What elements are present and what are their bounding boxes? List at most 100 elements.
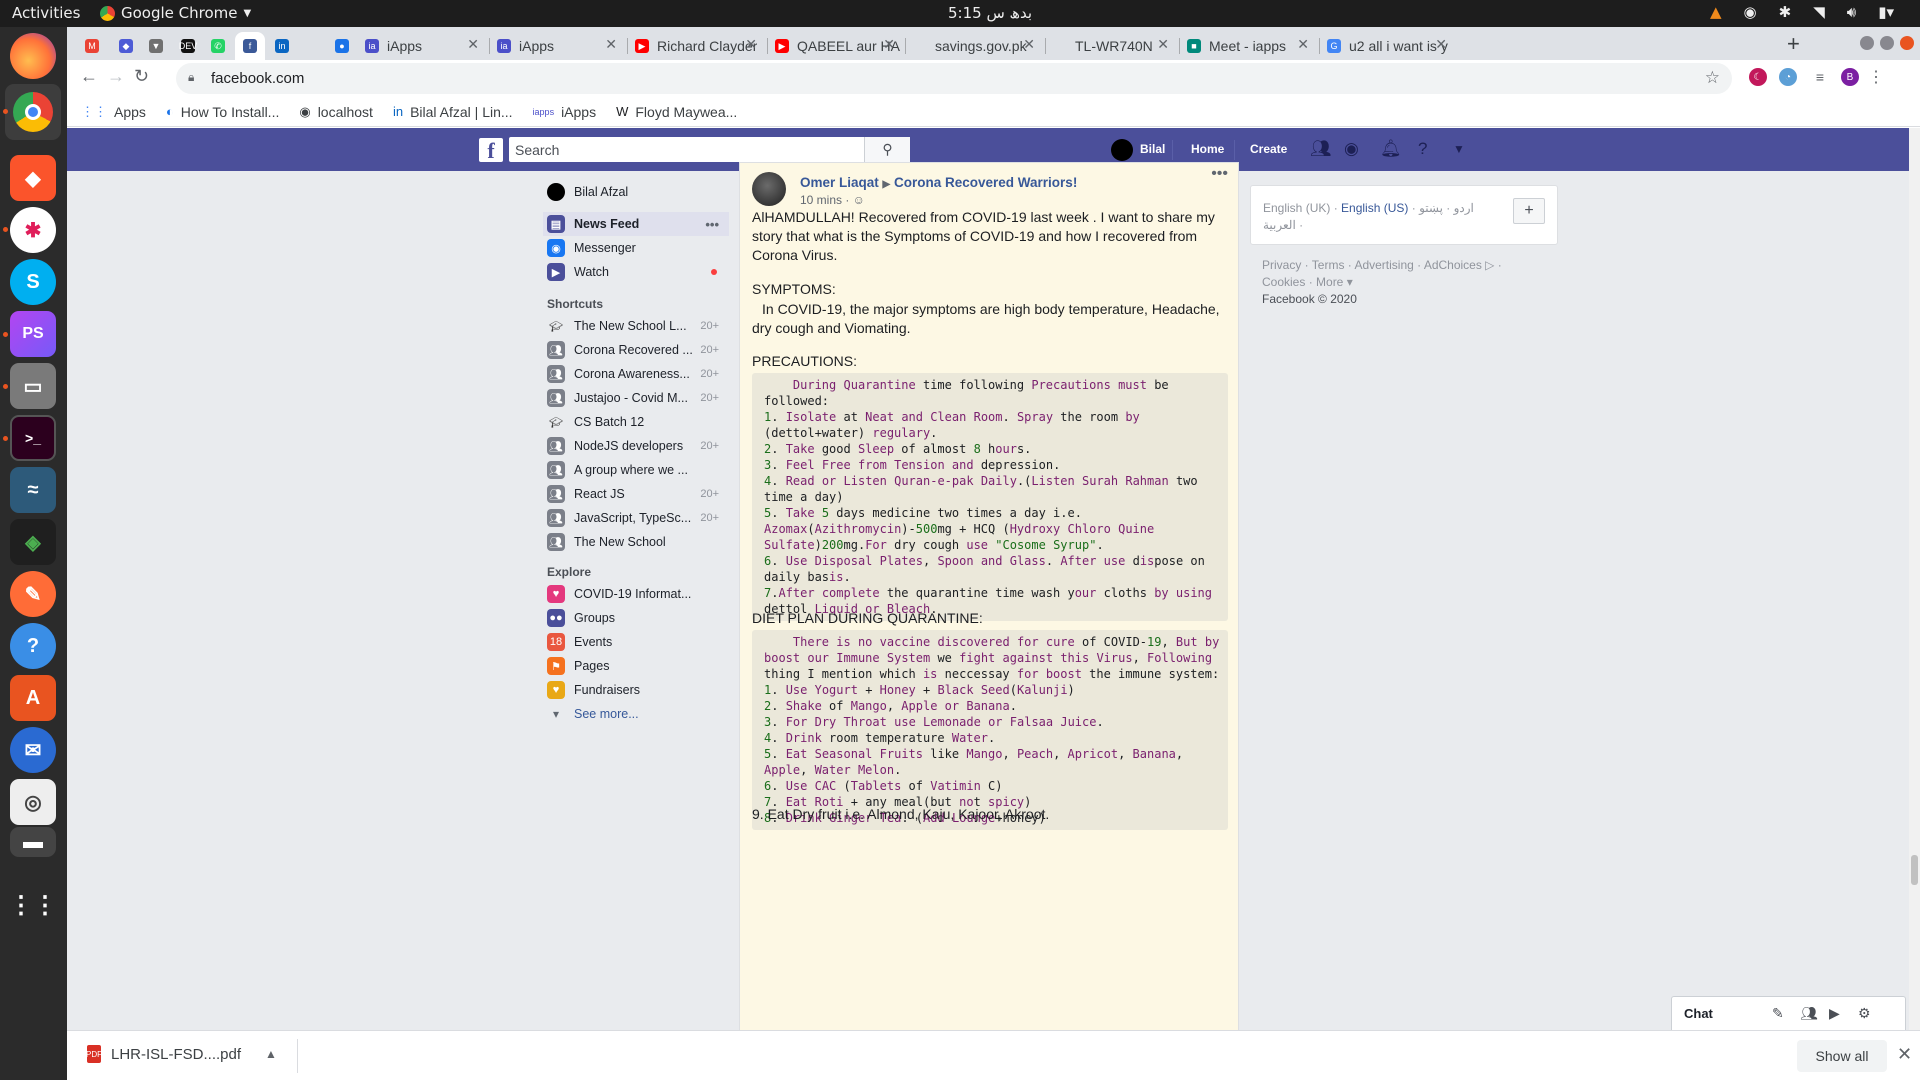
nav-item[interactable]: ◉ Messenger [543, 236, 729, 260]
wifi-icon[interactable]: ◥ [1813, 3, 1825, 21]
close-tab-icon[interactable]: ✕ [745, 36, 757, 53]
messenger-icon[interactable]: ◉ [1344, 139, 1359, 159]
minimize-icon[interactable] [1860, 36, 1874, 50]
explore-item[interactable]: ♥ COVID-19 Informat... [543, 582, 729, 606]
mysql-workbench-icon[interactable]: ≈ [10, 467, 56, 513]
firefox-icon[interactable] [10, 33, 56, 79]
language-option[interactable]: · اردو · پښتو [1408, 201, 1474, 215]
more-options-icon[interactable]: ••• [705, 217, 719, 232]
browser-tab[interactable] [299, 32, 325, 60]
back-icon[interactable]: ← [80, 66, 98, 87]
browser-tab[interactable]: ▶ Richard Clayder ✕ [627, 32, 765, 60]
media-control-icon[interactable]: ≡ [1811, 68, 1829, 86]
bookmark-item[interactable]: ◐ How To Install... [166, 104, 279, 120]
browser-tab[interactable]: savings.gov.pk ✕ [905, 32, 1043, 60]
search-input[interactable] [515, 140, 855, 159]
notifications-bell-icon[interactable]: 🔔︎ [1380, 139, 1402, 159]
close-window-icon[interactable] [1900, 36, 1914, 50]
files-icon[interactable]: ▭ [10, 363, 56, 409]
close-tab-icon[interactable]: ✕ [1297, 36, 1309, 53]
robo3t-icon[interactable]: ◈ [10, 519, 56, 565]
maximize-icon[interactable] [1880, 36, 1894, 50]
software-center-icon[interactable]: A [10, 675, 56, 721]
close-tab-icon[interactable]: ✕ [1157, 36, 1169, 53]
lock-icon[interactable]: 🔒︎ [188, 70, 194, 85]
shortcut-item[interactable]: 👥︎ Justajoo - Covid M... 20+ [543, 386, 729, 410]
browser-tab[interactable]: ▶ QABEEL aur HA ✕ [767, 32, 903, 60]
bookmark-item[interactable]: in Bilal Afzal | Lin... [393, 104, 513, 120]
facebook-logo-icon[interactable]: f [479, 138, 503, 163]
explore-item[interactable]: 18 Events [543, 630, 729, 654]
terminal-icon[interactable]: >_ [10, 415, 56, 461]
language-option[interactable]: العربية · [1263, 218, 1303, 232]
post-options-icon[interactable]: ••• [1211, 165, 1228, 183]
show-all-button[interactable]: Show all [1797, 1040, 1887, 1072]
browser-tab[interactable]: Gu2 all i want is y ✕ [1319, 32, 1455, 60]
profile-link[interactable]: Bilal Afzal [543, 180, 729, 204]
bookmark-item[interactable]: ◉ localhost [299, 104, 373, 120]
brave-icon[interactable]: ◆ [10, 155, 56, 201]
forward-icon[interactable]: → [107, 66, 125, 87]
extension-moon-icon[interactable]: ☾ [1749, 68, 1767, 86]
download-item[interactable]: PDF LHR-ISL-FSD....pdf ▲ [86, 1045, 277, 1063]
shortcut-item[interactable]: 🎓︎ The New School L... 20+ [543, 314, 729, 338]
activities-button[interactable]: Activities [12, 4, 80, 22]
footer-links-2[interactable]: Cookies · More ▾ [1262, 275, 1353, 289]
browser-tab[interactable]: ■ Meet - iapps ✕ [1179, 32, 1317, 60]
chat-bar[interactable]: Chat ✎ 👥︎ ▶ ⚙ [1671, 996, 1906, 1030]
download-filename[interactable]: LHR-ISL-FSD....pdf [111, 1046, 241, 1063]
shortcut-item[interactable]: 👥︎ JavaScript, TypeSc... 20+ [543, 506, 729, 530]
header-create-link[interactable]: Create [1250, 142, 1287, 156]
bookmark-item[interactable]: W Floyd Maywea... [616, 104, 737, 120]
app-menu[interactable]: Google Chrome ▼ [100, 4, 251, 22]
record-icon[interactable]: ◉ [1744, 3, 1757, 21]
chrome-icon[interactable] [5, 84, 61, 140]
search-icon[interactable]: ⚲ [864, 137, 910, 162]
header-home-link[interactable]: Home [1191, 142, 1224, 156]
explore-item[interactable]: ●● Groups [543, 606, 729, 630]
group-name-link[interactable]: Corona Recovered Warriors! [894, 175, 1077, 190]
chevron-up-icon[interactable]: ▲ [265, 1047, 277, 1061]
shortcut-item[interactable]: 👥︎ NodeJS developers 20+ [543, 434, 729, 458]
bookmark-item[interactable]: iapps iApps [533, 104, 597, 120]
vlc-icon[interactable]: ▲ [1710, 3, 1722, 21]
settings-gear-icon[interactable]: ⚙ [1858, 1005, 1871, 1022]
shortcut-item[interactable]: 👥︎ React JS 20+ [543, 482, 729, 506]
browser-tab[interactable]: M [77, 32, 107, 60]
profile-avatar-icon[interactable]: B [1841, 68, 1859, 86]
slack-icon[interactable]: ✱ [10, 207, 56, 253]
close-tab-icon[interactable]: ✕ [1435, 36, 1447, 53]
phpstorm-icon[interactable]: PS [10, 311, 56, 357]
address-bar[interactable]: 🔒︎ facebook.com ☆ [176, 63, 1732, 94]
header-avatar[interactable] [1111, 139, 1133, 161]
bookmark-star-icon[interactable]: ☆ [1705, 68, 1720, 88]
battery-icon[interactable]: ▮▾ [1878, 3, 1894, 21]
browser-tab[interactable]: f [235, 32, 265, 60]
thunderbird-icon[interactable]: ✉ [10, 727, 56, 773]
video-call-icon[interactable]: ▶ [1829, 1005, 1840, 1022]
system-tray[interactable]: ▲ ◉ ✱ ◥ 🔊︎ ▮▾ [1710, 3, 1894, 21]
explore-item[interactable]: ♥ Fundraisers [543, 678, 729, 702]
browser-tab[interactable]: TL-WR740N ✕ [1045, 32, 1177, 60]
postman-icon[interactable]: ✎ [10, 571, 56, 617]
shortcut-item[interactable]: 👥︎ The New School [543, 530, 729, 554]
url-text[interactable]: facebook.com [211, 70, 304, 87]
add-language-button[interactable]: + [1513, 198, 1545, 224]
help-icon[interactable]: ? [1418, 139, 1427, 159]
see-more-link[interactable]: ▾ See more... [543, 702, 729, 726]
clock[interactable]: 5:15 بدھ س [948, 4, 1032, 22]
rhythmbox-icon[interactable]: ◎ [10, 779, 56, 825]
close-tab-icon[interactable]: ✕ [883, 36, 895, 53]
chat-title[interactable]: Chat [1684, 1006, 1713, 1021]
author-name-link[interactable]: Omer Liaqat [800, 175, 879, 190]
new-tab-icon[interactable]: + [1787, 31, 1800, 57]
nav-item[interactable]: ▤ News Feed ••• [543, 212, 729, 236]
nav-item[interactable]: ▶ Watch [543, 260, 729, 284]
browser-tab[interactable]: ✆ [203, 32, 233, 60]
close-tab-icon[interactable]: ✕ [605, 36, 617, 53]
browser-tab[interactable]: in [267, 32, 297, 60]
create-group-icon[interactable]: 👥︎ [1800, 1005, 1818, 1022]
friend-requests-icon[interactable]: 👥︎ [1310, 139, 1332, 159]
browser-tab[interactable]: ia iApps ✕ [489, 32, 625, 60]
browser-tab[interactable]: DEV [173, 32, 201, 60]
